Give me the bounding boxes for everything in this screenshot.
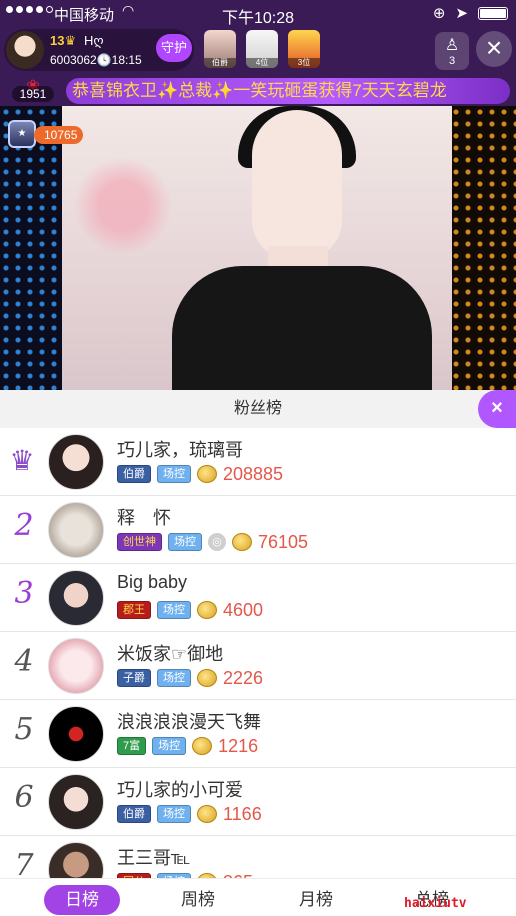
tab-monthly[interactable]: 月榜	[278, 885, 354, 915]
title-badge: 伯爵	[117, 805, 151, 823]
contribution-amount: 4600	[223, 599, 264, 620]
fan-name: 米饭家☞御地	[117, 644, 224, 664]
guard-button[interactable]: 守护	[156, 34, 192, 62]
avatar[interactable]	[48, 638, 104, 694]
coin-icon	[232, 533, 252, 551]
coin-icon	[192, 737, 213, 755]
list-item[interactable]: 7 王三哥℡ 国公 场控 365	[0, 836, 516, 880]
rose-count: 1951	[12, 86, 54, 102]
battery-icon	[478, 6, 508, 20]
rank-number: 3	[14, 576, 34, 611]
rank-number: 4	[14, 644, 34, 679]
fans-list[interactable]: ♛ 巧儿家，琉璃哥 伯爵 场控 208885 2 释 怀 创世神 场控 ◎ 76…	[0, 428, 516, 880]
close-icon: ×	[485, 32, 503, 63]
close-room-button[interactable]: ×	[476, 31, 512, 67]
rank-number: 6	[14, 780, 34, 815]
info-row: ❀ 1951 恭喜锦衣卫✨总裁✨一笑玩砸蛋获得7天天玄碧龙	[0, 76, 516, 106]
announcement-marquee: 恭喜锦衣卫✨总裁✨一笑玩砸蛋获得7天天玄碧龙	[66, 78, 510, 104]
host-name: Hღ	[84, 33, 104, 48]
panel-title: 粉丝榜	[0, 390, 516, 428]
avatar[interactable]	[48, 570, 104, 626]
coin-icon	[197, 601, 217, 619]
list-item[interactable]: 6 巧儿家的小可爱 伯爵 场控 1166	[0, 768, 516, 836]
moderator-badge: 场控	[157, 805, 191, 823]
room-header: 13♛ Hღ 6003062🕓18:15 守护 伯爵 4位 3位 ♙ 3 ×	[0, 26, 516, 76]
user-icon: ♙	[444, 37, 460, 54]
fan-name: 巧儿家的小可爱	[117, 780, 243, 800]
avatar[interactable]	[48, 434, 104, 490]
panel-close-button[interactable]: ×	[478, 390, 516, 428]
shield-icon: ★	[8, 120, 36, 148]
host-avatar[interactable]	[6, 31, 44, 69]
coin-icon	[197, 465, 217, 483]
fans-ranking-panel: 粉丝榜 × ♛ 巧儿家，琉璃哥 伯爵 场控 208885 2 释 怀 创世神 场…	[0, 390, 516, 916]
crown-icon: ♛	[64, 33, 77, 48]
anchor-rank-badge[interactable]: ★ 10765	[8, 120, 88, 148]
moderator-badge: 场控	[152, 737, 187, 755]
status-bar: 中国移动 ◠ 下午10:28 ⊕ ➤	[0, 0, 516, 27]
moderator-badge: 场控	[157, 601, 191, 619]
moderator-badge: 场控	[157, 465, 191, 483]
crown-icon: ♛	[9, 445, 35, 476]
host-level: 13♛	[50, 33, 77, 48]
title-badge: 7富	[117, 737, 147, 755]
contribution-amount: 1216	[218, 735, 259, 756]
rank-number: 7	[14, 848, 34, 880]
contribution-amount: 2226	[223, 667, 264, 688]
close-icon: ×	[491, 397, 503, 419]
watermark: haixiutv	[404, 896, 467, 911]
stream-frame	[62, 106, 452, 392]
list-item[interactable]: 2 释 怀 创世神 场控 ◎ 76105	[0, 496, 516, 564]
fan-name: 王三哥℡	[117, 848, 191, 868]
tab-weekly[interactable]: 周榜	[160, 885, 236, 915]
viewer-avatar-3[interactable]: 3位	[288, 30, 320, 68]
list-item[interactable]: 3 Big baby 郡王 场控 4600	[0, 564, 516, 632]
title-badge: 伯爵	[117, 465, 151, 483]
list-item[interactable]: ♛ 巧儿家，琉璃哥 伯爵 场控 208885	[0, 428, 516, 496]
viewer-avatar-2[interactable]: 4位	[246, 30, 278, 68]
avatar[interactable]	[48, 842, 104, 880]
coin-icon	[197, 669, 217, 687]
avatar[interactable]	[48, 502, 104, 558]
fan-name: 释 怀	[117, 508, 171, 528]
live-video[interactable]: ★ 10765	[0, 106, 516, 392]
fan-name: 巧儿家，琉璃哥	[117, 440, 243, 460]
medal-icon: ◎	[208, 533, 226, 551]
rank-number: 2	[14, 508, 34, 543]
fan-name: 浪浪浪浪漫天飞舞	[117, 712, 261, 732]
coin-icon	[197, 805, 217, 823]
title-badge: 创世神	[117, 533, 162, 551]
title-badge: 子爵	[117, 669, 151, 687]
online-users-button[interactable]: ♙ 3	[435, 32, 469, 70]
moderator-badge: 场控	[168, 533, 202, 551]
host-id: 6003062🕓18:15	[50, 53, 142, 67]
contribution-amount: 208885	[223, 463, 284, 484]
list-item[interactable]: 5 浪浪浪浪漫天飞舞 7富 场控 1216	[0, 700, 516, 768]
rank-number: 5	[14, 712, 34, 747]
rotation-lock-icon: ⊕	[432, 5, 446, 22]
fan-name: Big baby	[117, 572, 188, 592]
moderator-badge: 场控	[157, 669, 191, 687]
viewer-avatar-1[interactable]: 伯爵	[204, 30, 236, 68]
list-item[interactable]: 4 米饭家☞御地 子爵 场控 2226	[0, 632, 516, 700]
avatar[interactable]	[48, 774, 104, 830]
title-badge: 郡王	[117, 601, 151, 619]
contribution-amount: 76105	[258, 531, 309, 552]
location-icon: ➤	[455, 5, 468, 22]
avatar[interactable]	[48, 706, 104, 762]
tab-daily[interactable]: 日榜	[44, 885, 120, 915]
contribution-amount: 1166	[223, 803, 262, 824]
